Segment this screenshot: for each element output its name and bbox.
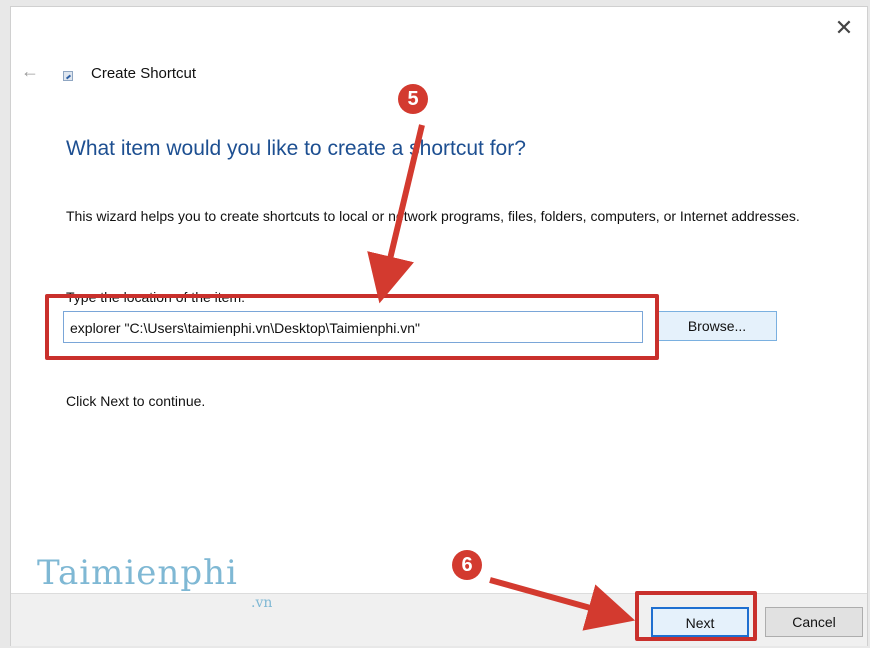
next-highlight-box bbox=[635, 591, 757, 641]
create-shortcut-dialog: ✕ ← Create Shortcut What item would you … bbox=[10, 6, 868, 646]
watermark-brand: Taimienphi bbox=[37, 553, 238, 593]
shortcut-icon bbox=[63, 71, 73, 81]
wizard-description: This wizard helps you to create shortcut… bbox=[66, 208, 800, 224]
step5-badge: 5 bbox=[398, 84, 428, 114]
step6-badge: 6 bbox=[452, 550, 482, 580]
watermark-suffix: .vn bbox=[251, 595, 273, 611]
dialog-title: Create Shortcut bbox=[91, 65, 197, 82]
close-icon[interactable]: ✕ bbox=[829, 13, 859, 43]
continue-text: Click Next to continue. bbox=[66, 393, 206, 409]
back-arrow-icon[interactable]: ← bbox=[21, 61, 39, 82]
browse-button[interactable]: Browse... bbox=[657, 311, 777, 341]
input-highlight-box bbox=[45, 294, 659, 360]
cancel-button[interactable]: Cancel bbox=[765, 607, 863, 637]
page-heading: What item would you like to create a sho… bbox=[66, 137, 526, 160]
